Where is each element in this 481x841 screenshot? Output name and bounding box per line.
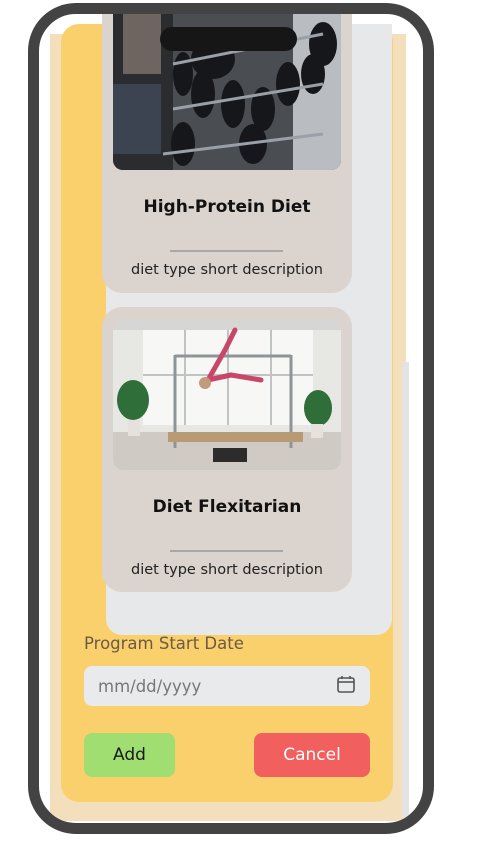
diet-card-high-protein[interactable]: High-Protein Diet diet type short descri… [102, 14, 352, 293]
program-start-date-label: Program Start Date [84, 634, 244, 653]
diet-card-divider [170, 550, 283, 552]
phone-frame: High-Protein Diet diet type short descri… [28, 3, 434, 834]
screen: High-Protein Diet diet type short descri… [39, 14, 423, 823]
add-button[interactable]: Add [84, 733, 175, 777]
diet-card-title: High-Protein Diet [143, 197, 311, 217]
program-start-date-input[interactable]: mm/dd/yyyy [84, 666, 370, 706]
diet-card-flexitarian[interactable]: Diet Flexitarian diet type short descrip… [102, 307, 352, 592]
diet-card-title: Diet Flexitarian [152, 497, 302, 517]
scrollbar[interactable] [402, 362, 409, 821]
diet-card-image [113, 320, 341, 470]
diet-card-divider [170, 250, 283, 252]
cancel-button[interactable]: Cancel [254, 733, 370, 777]
diet-card-description: diet type short description [131, 262, 323, 278]
phone-notch [160, 27, 297, 51]
calendar-icon[interactable] [336, 674, 356, 698]
pilates-photo [113, 320, 341, 470]
date-placeholder: mm/dd/yyyy [98, 676, 202, 696]
diet-card-description: diet type short description [131, 562, 323, 578]
